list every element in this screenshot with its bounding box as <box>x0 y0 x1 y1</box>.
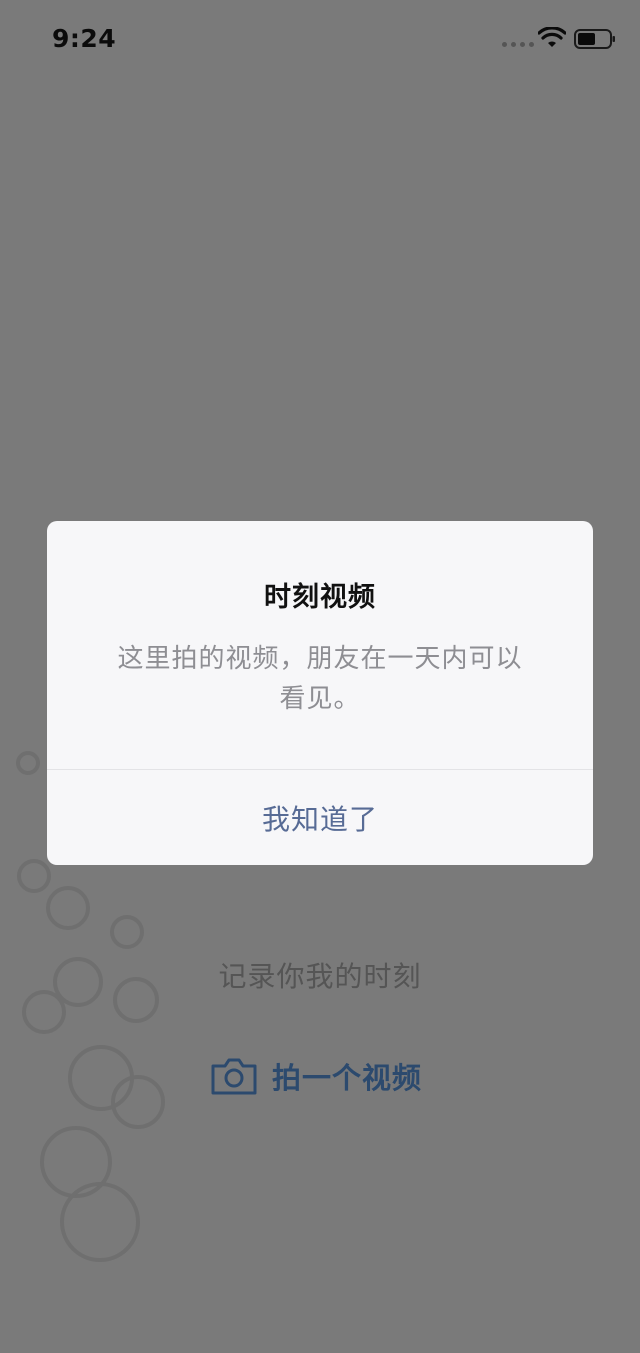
camera-icon <box>211 1058 257 1095</box>
info-dialog: 时刻视频 这里拍的视频，朋友在一天内可以看见。 我知道了 <box>47 521 593 865</box>
status-time: 9:24 <box>52 24 117 53</box>
status-bar: 9:24 <box>0 0 640 80</box>
battery-icon <box>574 29 615 49</box>
record-video-button[interactable]: 拍一个视频 <box>210 1052 422 1100</box>
record-video-label: 拍一个视频 <box>272 1061 423 1095</box>
signal-dots-icon <box>502 42 534 47</box>
dialog-confirm-button[interactable]: 我知道了 <box>47 770 593 865</box>
dialog-title: 时刻视频 <box>264 582 376 613</box>
dialog-message: 这里拍的视频，朋友在一天内可以看见。 <box>117 644 523 714</box>
moments-caption: 记录你我的时刻 <box>218 960 422 993</box>
screen: 9:24 记录你我的时刻 拍一个视频 时刻视频 这里拍的视频，朋友在一天内可以看… <box>0 0 640 1353</box>
wifi-icon <box>538 27 566 47</box>
